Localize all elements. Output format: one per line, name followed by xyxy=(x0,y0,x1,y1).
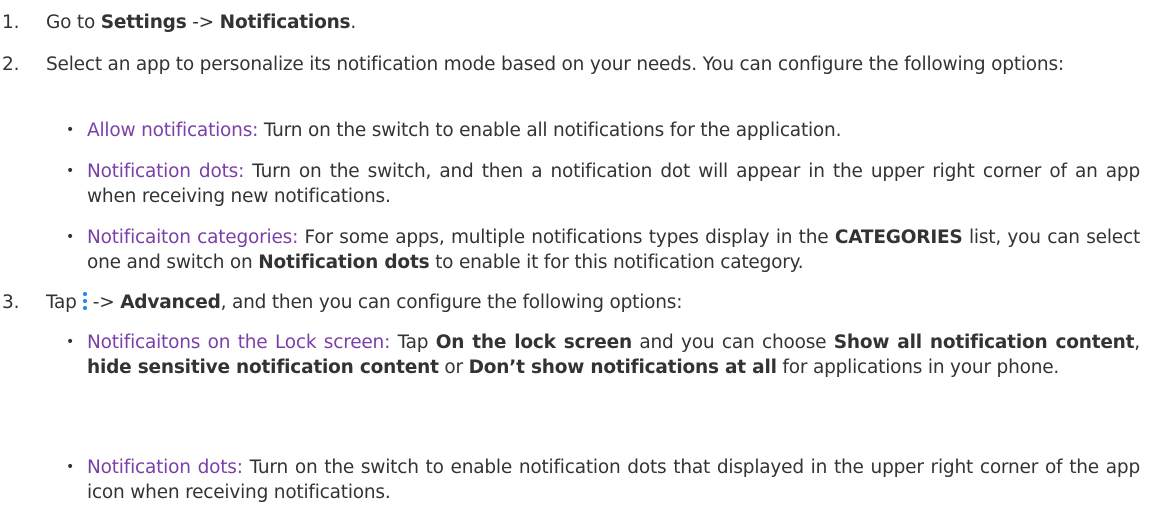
step-number: 1. xyxy=(2,12,20,33)
bullet-icon: • xyxy=(66,334,75,350)
step-3: 3. Tap -> Advanced, and then you can conf… xyxy=(0,290,1140,315)
list-item: • Notification dots: Turn on the switch,… xyxy=(66,161,1141,207)
list-item: • Notificaitons on the Lock screen: Tap … xyxy=(66,332,1140,378)
step-text: Select an app to personalize its notific… xyxy=(46,54,1064,75)
bullet-icon: • xyxy=(66,163,75,179)
advanced-label: Advanced xyxy=(120,292,221,313)
settings-label: Settings xyxy=(100,12,187,33)
term-allow-notifications: Allow notifications: xyxy=(87,120,259,141)
term-notification-dots: Notification dots: xyxy=(87,457,243,478)
list-item: • Allow notifications: Turn on the switc… xyxy=(66,120,842,141)
list-item: • Notificaiton categories: For some apps… xyxy=(66,227,1140,273)
step-number: 2. xyxy=(2,54,20,75)
term-notification-categories: Notificaiton categories: xyxy=(87,227,299,248)
bullet-icon: • xyxy=(66,229,75,245)
step-number: 3. xyxy=(2,292,20,313)
list-item: • Notification dots: Turn on the switch … xyxy=(66,457,1140,503)
bullet-icon: • xyxy=(66,459,75,475)
more-options-icon xyxy=(79,291,91,311)
step-text: Tap -> Advanced, and then you can configu… xyxy=(46,291,683,313)
notifications-label: Notifications xyxy=(219,12,351,33)
bullet-icon: • xyxy=(66,122,75,138)
term-notification-dots: Notification dots: xyxy=(87,161,245,182)
step-1: 1. Go to Settings -> Notifications. xyxy=(0,10,1140,35)
step-2: 2. Select an app to personalize its noti… xyxy=(0,52,1140,77)
step-text: Go to Settings -> Notifications. xyxy=(46,12,357,33)
term-lock-screen-notifications: Notificaitons on the Lock screen: xyxy=(87,332,391,353)
instructions-document: 1. Go to Settings -> Notifications. 2. S… xyxy=(0,0,1161,527)
